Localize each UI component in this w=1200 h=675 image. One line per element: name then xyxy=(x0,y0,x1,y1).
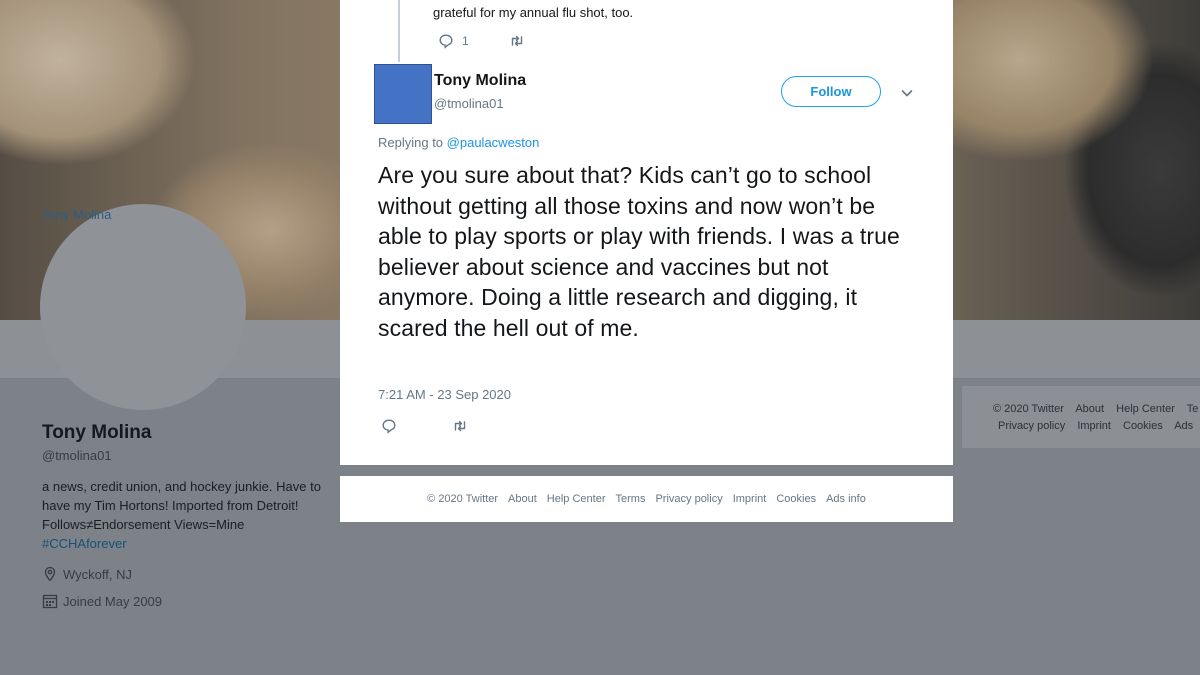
retweet-icon[interactable] xyxy=(509,33,525,49)
profile-location-text: Wyckoff, NJ xyxy=(63,566,132,582)
profile-avatar[interactable] xyxy=(40,204,246,410)
author-handle[interactable]: @tmolina01 xyxy=(434,96,504,111)
profile-joined: Joined May 2009 xyxy=(42,593,162,609)
profile-name[interactable]: Tony Molina xyxy=(42,422,151,444)
replying-to-link[interactable]: @paulacweston xyxy=(447,135,540,150)
side-footer-privacy[interactable]: Privacy policy xyxy=(998,420,1065,432)
author-name[interactable]: Tony Molina xyxy=(434,72,526,90)
previous-tweet-reply-count: 1 xyxy=(462,34,469,48)
chevron-down-icon[interactable] xyxy=(900,86,914,100)
reply-icon[interactable] xyxy=(438,33,454,49)
profile-location: Wyckoff, NJ xyxy=(42,566,132,582)
side-footer-cookies[interactable]: Cookies xyxy=(1123,420,1163,432)
side-footer-help-center[interactable]: Help Center xyxy=(1116,403,1175,415)
footer-privacy-policy[interactable]: Privacy policy xyxy=(655,493,722,505)
previous-tweet-text: grateful for my annual flu shot, too. xyxy=(433,5,634,20)
profile-bio: a news, credit union, and hockey junkie.… xyxy=(42,477,332,553)
side-footer-terms[interactable]: Te xyxy=(1187,403,1199,415)
retweet-icon[interactable] xyxy=(452,418,468,434)
footer-copyright: © 2020 Twitter xyxy=(427,493,499,505)
thread-connector-line xyxy=(398,0,400,62)
side-footer-copyright: © 2020 Twitter xyxy=(993,403,1064,415)
footer-panel: © 2020 Twitter About Help Center Terms P… xyxy=(340,476,953,522)
profile-bio-text: a news, credit union, and hockey junkie.… xyxy=(42,479,321,532)
previous-tweet-actions: 1 xyxy=(438,33,525,49)
calendar-icon xyxy=(42,593,58,609)
footer-terms[interactable]: Terms xyxy=(616,493,646,505)
footer-cookies[interactable]: Cookies xyxy=(776,493,816,505)
side-footer-about[interactable]: About xyxy=(1075,403,1104,415)
side-footer-ads[interactable]: Ads xyxy=(1174,420,1193,432)
footer-help-center[interactable]: Help Center xyxy=(547,493,606,505)
profile-joined-text: Joined May 2009 xyxy=(63,593,163,609)
tweet-panel: grateful for my annual flu shot, too. 1 … xyxy=(340,0,953,465)
footer-about[interactable]: About xyxy=(508,493,537,505)
tweet-timestamp[interactable]: 7:21 AM - 23 Sep 2020 xyxy=(378,387,511,402)
replying-to: Replying to @paulacweston xyxy=(378,135,539,150)
profile-bio-hashtag[interactable]: #CCHAforever xyxy=(42,534,332,553)
footer-imprint[interactable]: Imprint xyxy=(733,493,767,505)
author-avatar[interactable] xyxy=(374,64,432,124)
side-footer-imprint[interactable]: Imprint xyxy=(1077,420,1111,432)
profile-handle[interactable]: @tmolina01 xyxy=(42,448,112,463)
tweet-text: Are you sure about that? Kids can’t go t… xyxy=(378,162,900,341)
profile-avatar-alt-text: Tony Molina xyxy=(42,207,112,222)
replying-to-prefix: Replying to xyxy=(378,135,444,150)
tweet-actions xyxy=(381,418,468,434)
location-pin-icon xyxy=(42,566,58,582)
reply-icon[interactable] xyxy=(381,418,397,434)
footer-ads-info[interactable]: Ads info xyxy=(826,493,866,505)
side-footer: © 2020 Twitter About Help Center Te Priv… xyxy=(962,386,1200,448)
follow-button[interactable]: Follow xyxy=(781,76,881,107)
